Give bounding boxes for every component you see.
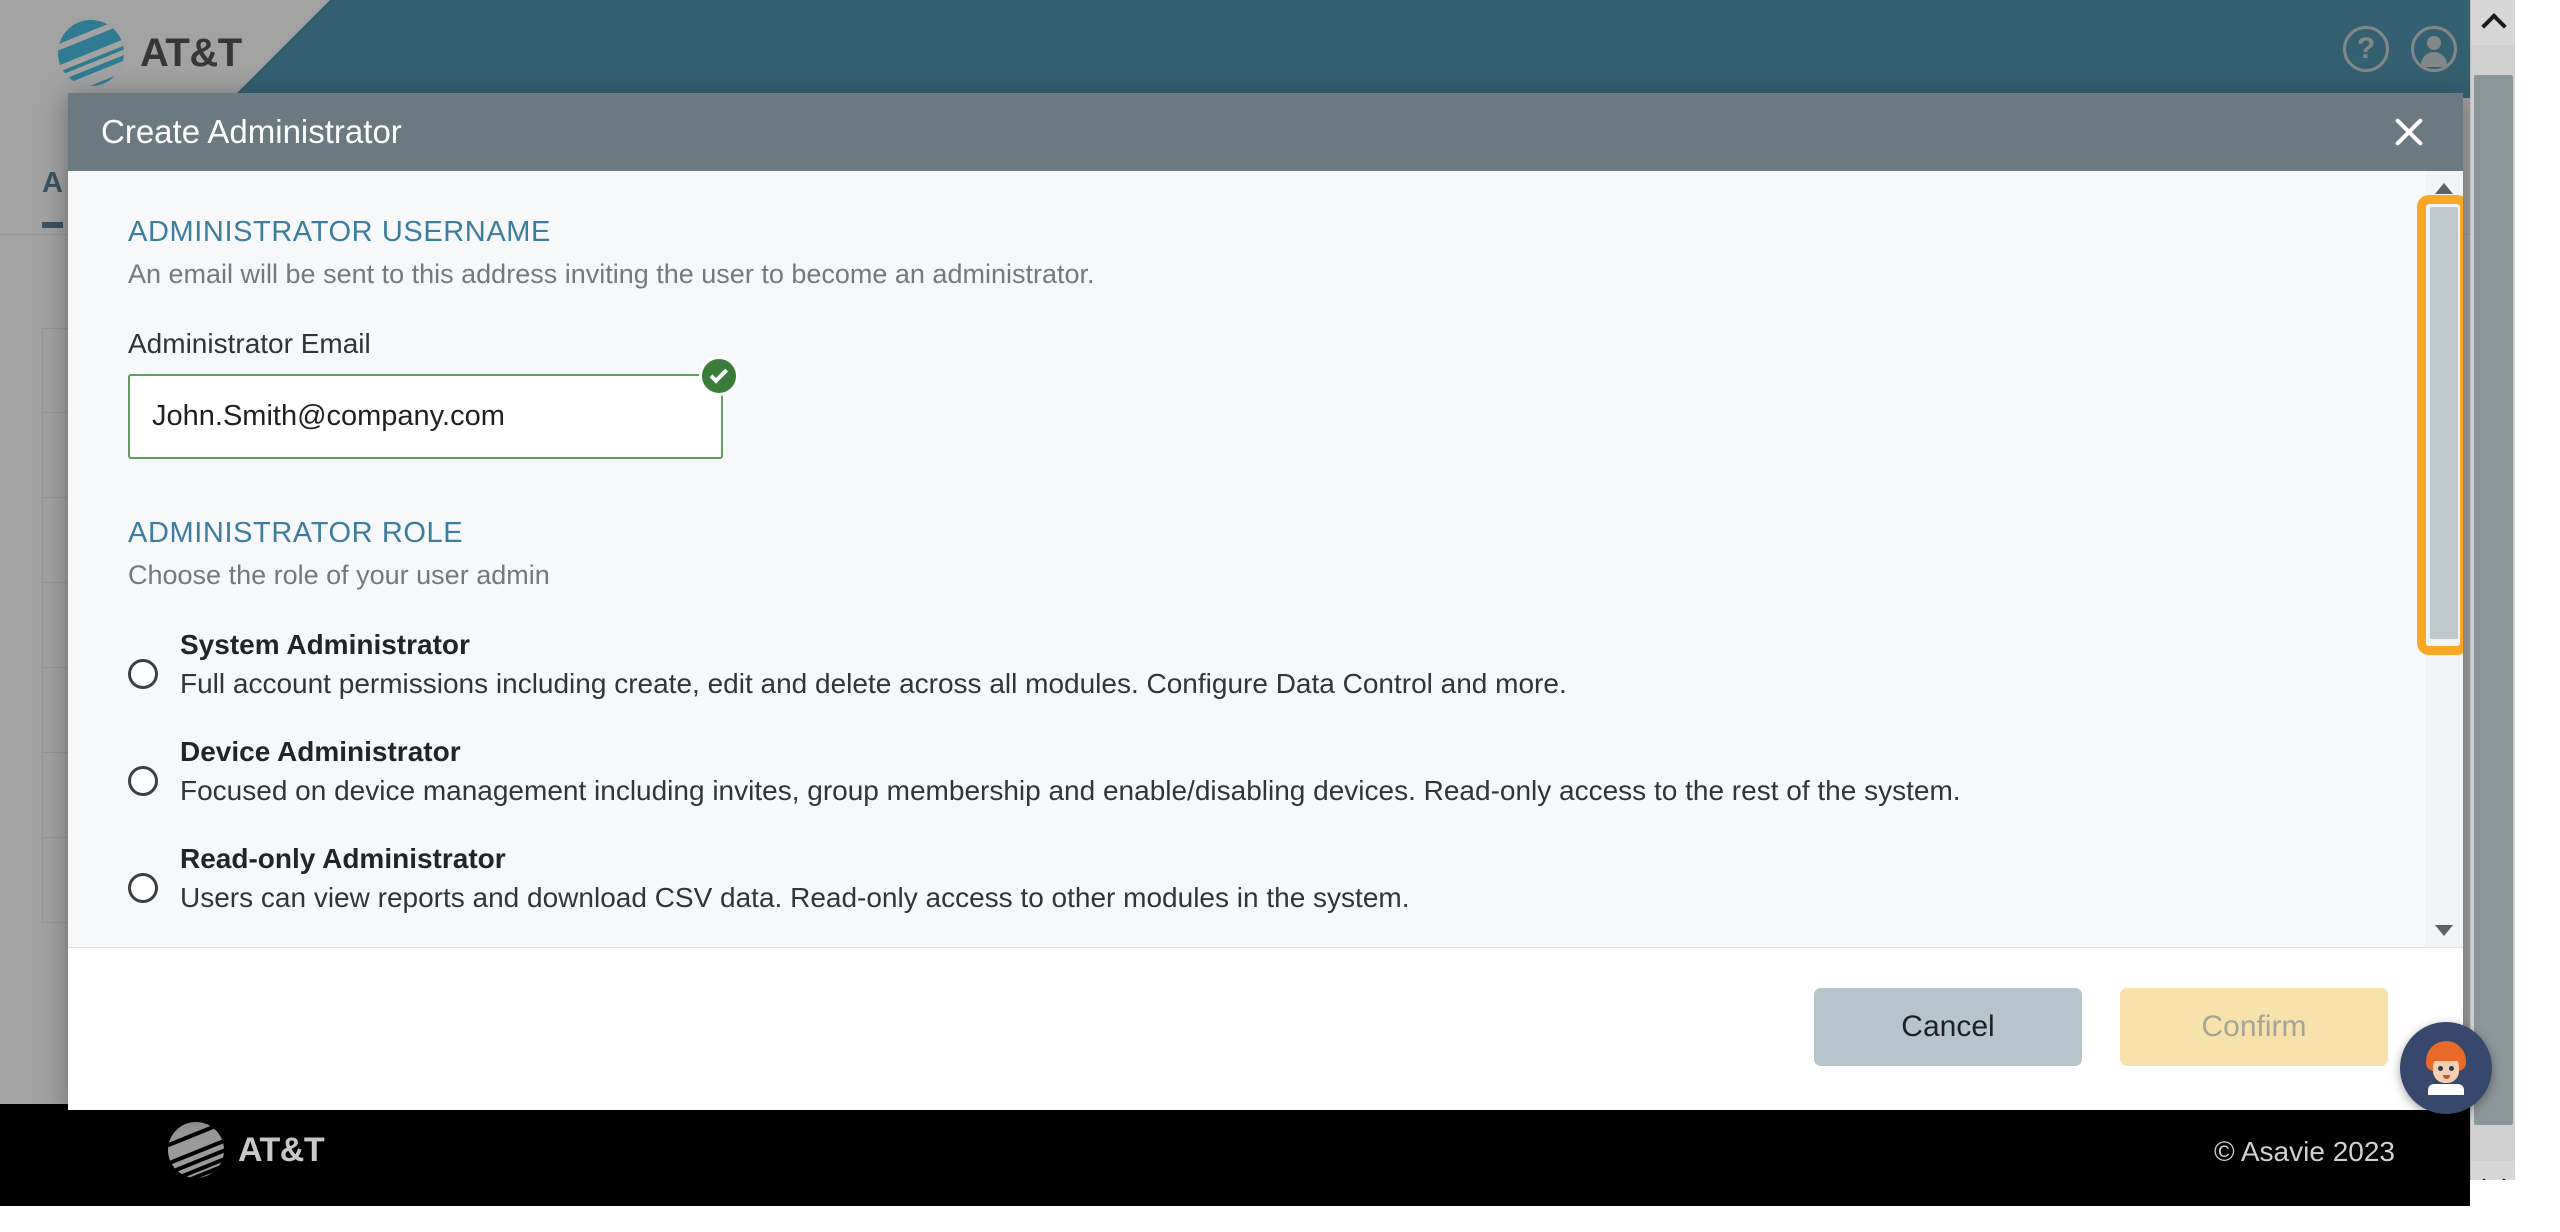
avatar-illustration — [2420, 1041, 2472, 1095]
chevron-up-glyph — [2480, 12, 2507, 39]
page-scroll-up-icon[interactable] — [2471, 0, 2515, 45]
avatar-fringe — [2429, 1045, 2463, 1061]
avatar-eye-left — [2438, 1066, 2443, 1071]
confirm-button[interactable]: Confirm — [2120, 988, 2388, 1066]
footer-brand-name: AT&T — [238, 1130, 325, 1169]
help-icon[interactable]: ? — [2343, 26, 2389, 72]
copyright-text: © Asavie 2023 — [2214, 1136, 2395, 1167]
administrator-email-input[interactable] — [128, 374, 723, 459]
cancel-button[interactable]: Cancel — [1814, 988, 2082, 1066]
page-scrollbar-thumb[interactable] — [2474, 75, 2513, 1125]
checkmark-valid-icon — [699, 356, 739, 396]
avatar-body — [2421, 52, 2447, 67]
dialog-footer: Cancel Confirm — [68, 947, 2463, 1110]
avatar-shirt — [2428, 1084, 2464, 1095]
radio-button-icon[interactable] — [128, 659, 158, 689]
dialog-title: Create Administrator — [101, 113, 402, 150]
dialog-scrollbar-track[interactable] — [2417, 195, 2463, 913]
chat-avatar-icon[interactable] — [2400, 1022, 2492, 1114]
role-option-system-administrator[interactable]: System Administrator Full account permis… — [128, 629, 2403, 700]
dialog-body-content: ADMINISTRATOR USERNAME An email will be … — [68, 171, 2463, 914]
role-option-name: System Administrator — [180, 629, 470, 660]
dialog-action-buttons: Cancel Confirm — [1814, 988, 2388, 1066]
role-option-read-only-administrator[interactable]: Read-only Administrator Users can view r… — [128, 843, 2403, 914]
scrollbar-corner — [2470, 1180, 2515, 1206]
account-icon[interactable] — [2411, 26, 2457, 72]
tick-glyph — [709, 364, 728, 384]
top-header-bar: AT&T ? — [0, 0, 2515, 98]
email-field-group — [128, 356, 739, 459]
role-option-description: Full account permissions including creat… — [180, 668, 1567, 699]
page-scrollbar[interactable] — [2470, 0, 2515, 1206]
radio-button-icon[interactable] — [128, 766, 158, 796]
att-globe-icon — [58, 20, 124, 86]
page-footer: AT&T © Asavie 2023 — [0, 1104, 2515, 1206]
role-option-texts: Device Administrator Focused on device m… — [180, 736, 1961, 807]
radio-button-icon[interactable] — [128, 873, 158, 903]
role-option-name: Read-only Administrator — [180, 843, 506, 874]
avatar-eye-right — [2449, 1066, 2454, 1071]
role-option-description: Users can view reports and download CSV … — [180, 882, 1410, 913]
triangle-down-glyph — [2435, 924, 2453, 936]
dialog-body: ADMINISTRATOR USERNAME An email will be … — [68, 171, 2463, 947]
footer-logo: AT&T — [168, 1122, 325, 1178]
scroll-down-arrow-icon[interactable] — [2425, 913, 2463, 947]
role-section-description: Choose the role of your user admin — [128, 560, 550, 590]
dialog-header: Create Administrator — [68, 93, 2463, 171]
brand-logo[interactable]: AT&T — [58, 20, 242, 86]
brand-name: AT&T — [140, 30, 242, 75]
create-administrator-dialog: Create Administrator ADMINISTRATOR USERN… — [68, 93, 2463, 1110]
screen-root: AT&T ? A AT&T © Asavie 2023 Create Admin… — [0, 0, 2560, 1232]
application-window: AT&T ? A AT&T © Asavie 2023 Create Admin… — [0, 0, 2515, 1206]
close-icon[interactable] — [2383, 106, 2435, 158]
scroll-up-arrow-icon[interactable] — [2425, 171, 2463, 205]
role-option-list: System Administrator Full account permis… — [128, 629, 2403, 914]
avatar-head — [2427, 36, 2441, 50]
header-icon-group: ? — [2343, 26, 2457, 72]
email-field-label: Administrator Email — [128, 328, 371, 359]
att-globe-footer-icon — [168, 1122, 224, 1178]
dialog-scrollbar[interactable] — [2417, 171, 2463, 947]
role-section-heading: ADMINISTRATOR ROLE — [128, 517, 464, 549]
tab-administrators[interactable]: A — [42, 167, 63, 228]
page-scrollbar-track[interactable] — [2471, 45, 2515, 1161]
username-section-description: An email will be sent to this address in… — [128, 259, 1095, 289]
dialog-scrollbar-thumb[interactable] — [2430, 207, 2458, 639]
role-option-description: Focused on device management including i… — [180, 775, 1961, 806]
role-option-texts: System Administrator Full account permis… — [180, 629, 1567, 700]
triangle-up-glyph — [2435, 182, 2453, 194]
username-section-heading: ADMINISTRATOR USERNAME — [128, 216, 551, 248]
role-option-device-administrator[interactable]: Device Administrator Focused on device m… — [128, 736, 2403, 807]
role-option-texts: Read-only Administrator Users can view r… — [180, 843, 1410, 914]
role-option-name: Device Administrator — [180, 736, 461, 767]
